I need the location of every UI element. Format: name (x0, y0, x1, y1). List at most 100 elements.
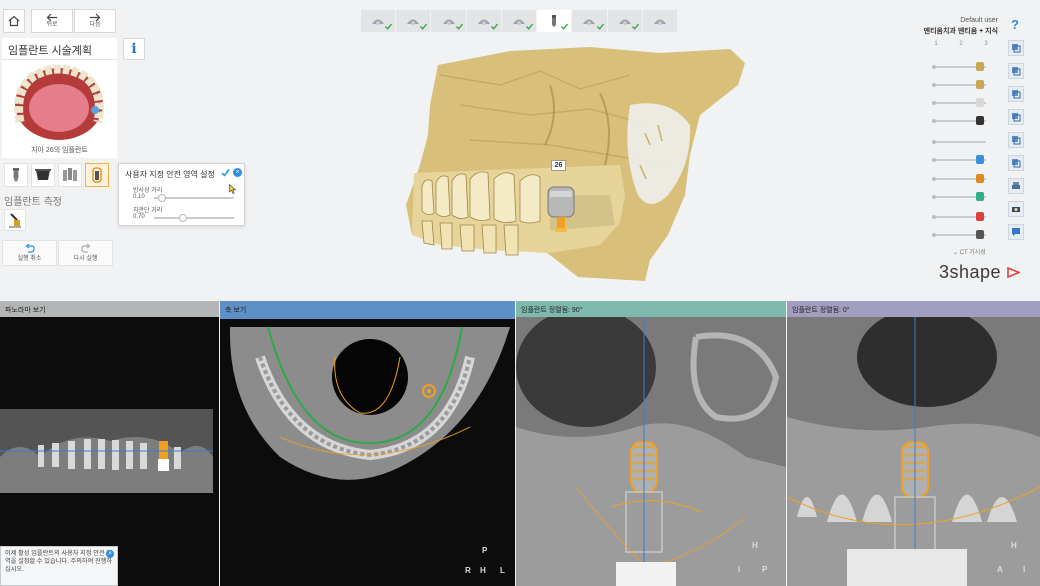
sagittal-orientation-left: I (738, 565, 741, 574)
step-4-icon (477, 19, 490, 25)
print-icon[interactable] (1008, 178, 1024, 194)
clinic-profile: 덴티움치과 덴티움 + 지식 (923, 28, 998, 35)
apical-distance-value: 0.70 (133, 214, 145, 220)
layer-orange-icon (976, 174, 984, 183)
tool-implant-list[interactable] (4, 163, 28, 187)
brand-logo: 3shape (939, 262, 1021, 283)
workflow-step[interactable] (361, 10, 396, 32)
column-header-3: 3 (984, 41, 988, 47)
axial-view[interactable]: 축 보기 P R H L (220, 301, 515, 586)
step-3-icon (442, 19, 455, 25)
tool-multiple-implants[interactable] (58, 163, 82, 187)
sagittal-orientation-top: H (752, 541, 758, 550)
view-tools-rail (1008, 40, 1026, 247)
workflow-steps (361, 10, 677, 32)
visibility-columns: 1 2 3 (927, 41, 995, 47)
workflow-step[interactable] (537, 10, 572, 32)
chevron-down-icon: ⌄ (953, 250, 959, 256)
duplicate-view-icon[interactable] (1008, 86, 1024, 102)
step-done-check-icon (596, 23, 604, 30)
radial-distance-knob[interactable] (157, 194, 166, 202)
radial-distance-label: 방사상 거리 (133, 188, 163, 194)
step-7-icon (583, 19, 596, 25)
back-button[interactable]: 뒤로 (31, 9, 73, 33)
implant-sagittal-view[interactable]: 임플란트 정렬됨: 90° H I P (516, 301, 786, 586)
layer-view-icon[interactable] (1008, 63, 1024, 79)
comment-icon[interactable] (1008, 224, 1024, 240)
step-done-check-icon (420, 23, 428, 30)
3d-jaw-model[interactable] (400, 45, 750, 285)
implant-tools (2, 161, 117, 187)
ct-visibility-toggle[interactable]: ⌄ CT 가시성 (953, 247, 986, 256)
workflow-step[interactable] (607, 10, 642, 32)
orientation-right: L (500, 566, 505, 575)
step-8-icon (618, 19, 631, 25)
safety-zone-popup: 사용자 지정 안전 영역 설정 × 방사상 거리 0.10 치관단 거리 0.7… (118, 163, 245, 226)
visibility-row[interactable] (932, 98, 994, 108)
radial-distance-slider[interactable] (154, 194, 234, 202)
implant-thumbnail[interactable]: 치아 26의 임플란트 (2, 60, 117, 158)
redo-button[interactable]: 다시 실행 (58, 240, 113, 266)
tool-abutment[interactable] (31, 163, 55, 187)
step-9-icon (653, 19, 666, 25)
orientation-center: H (480, 566, 486, 575)
layer-red-icon (976, 212, 984, 221)
workflow-step[interactable] (466, 10, 501, 32)
step-done-check-icon (631, 23, 639, 30)
visibility-row[interactable] (932, 174, 994, 184)
ct-visibility-label: CT 가시성 (959, 250, 986, 256)
camera-icon[interactable] (1008, 201, 1024, 217)
workflow-step[interactable] (396, 10, 431, 32)
help-button[interactable]: ? (1011, 17, 1019, 32)
column-header-1: 1 (934, 41, 938, 47)
column-header-2: 2 (959, 41, 963, 47)
sagittal-orientation-right: P (762, 565, 768, 574)
copy-view-icon[interactable] (1008, 40, 1024, 56)
tooth-number-tag[interactable]: 26 (551, 160, 566, 171)
tool-pin[interactable] (4, 209, 26, 231)
close-hint-icon[interactable]: × (106, 550, 114, 558)
coronal-orientation-left: A (997, 565, 1003, 574)
visibility-row[interactable] (932, 212, 994, 222)
undo-button[interactable]: 실행 취소 (2, 240, 57, 266)
implant-coronal-view[interactable]: 임플란트 정렬됨: 0° H A I (787, 301, 1040, 586)
orientation-left: R (465, 566, 471, 575)
layer-blue-icon (976, 155, 984, 164)
visibility-row[interactable] (932, 62, 994, 72)
multiple-implants-icon (63, 168, 77, 181)
workflow-step[interactable] (501, 10, 537, 32)
visibility-row[interactable] (932, 192, 994, 202)
visibility-row[interactable] (932, 137, 994, 147)
info-button[interactable]: i (123, 38, 145, 60)
split-view-icon[interactable] (1008, 109, 1024, 125)
confirm-check-icon[interactable] (221, 168, 230, 177)
stack-view-icon[interactable] (1008, 155, 1024, 171)
workflow-step[interactable] (642, 10, 677, 32)
apical-distance-slider[interactable] (154, 214, 234, 222)
home-button[interactable] (3, 9, 25, 33)
axial-view-title: 축 보기 (220, 301, 515, 317)
visibility-row[interactable] (932, 80, 994, 90)
close-popup-icon[interactable]: × (233, 168, 242, 177)
coronal-view-title: 임플란트 정렬됨: 0° (787, 301, 1040, 317)
panel-title: 임플란트 시술계획 (2, 38, 117, 60)
arrange-view-icon[interactable] (1008, 132, 1024, 148)
step-done-check-icon (455, 23, 463, 30)
apical-distance-knob[interactable] (179, 214, 188, 222)
workflow-step[interactable] (431, 10, 466, 32)
visibility-row[interactable] (932, 155, 994, 165)
step-done-check-icon (490, 23, 498, 30)
workflow-step[interactable] (572, 10, 607, 32)
arrow-right-icon (90, 13, 101, 22)
arrow-left-icon (46, 13, 57, 22)
visibility-row[interactable] (932, 230, 994, 240)
safety-zone-icon (92, 167, 102, 183)
visibility-row[interactable] (932, 116, 994, 126)
tool-safety-zone[interactable] (85, 163, 109, 187)
forward-label: 다음 (89, 22, 101, 28)
guide-pin-icon (9, 213, 21, 228)
forward-button[interactable]: 다음 (74, 9, 116, 33)
step-2-icon (407, 19, 420, 25)
panorama-view[interactable]: 파노라마 보기 (0, 301, 219, 586)
radial-distance-value: 0.10 (133, 194, 145, 200)
